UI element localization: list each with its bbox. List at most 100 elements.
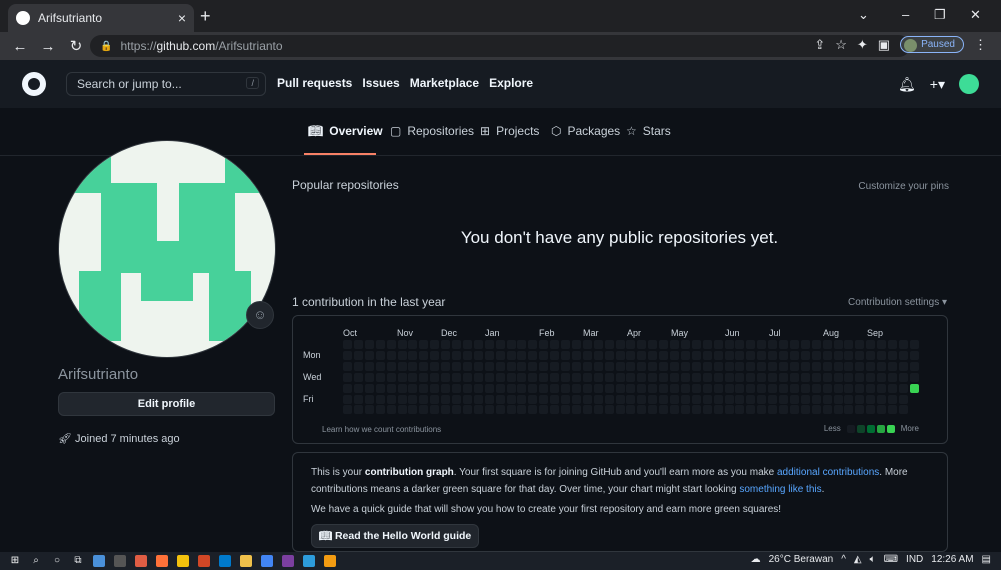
contribution-day-cell[interactable] — [680, 361, 690, 371]
contribution-day-cell[interactable] — [888, 350, 897, 360]
contribution-day-cell[interactable] — [833, 383, 843, 393]
contribution-day-cell[interactable] — [898, 405, 908, 415]
contribution-day-cell[interactable] — [713, 361, 723, 371]
contribution-day-cell[interactable] — [604, 394, 614, 404]
tab-repositories[interactable]: ▢ Repositories — [390, 124, 474, 138]
contribution-day-cell[interactable] — [691, 383, 701, 393]
contribution-day-cell[interactable] — [364, 340, 374, 349]
contribution-day-cell[interactable] — [615, 394, 625, 404]
contribution-day-cell[interactable] — [680, 372, 690, 382]
contribution-day-cell[interactable] — [495, 361, 505, 371]
weather-text[interactable]: 26°C Berawan — [769, 554, 834, 565]
contribution-day-cell[interactable] — [702, 340, 712, 349]
contribution-day-cell[interactable] — [898, 372, 908, 382]
more-menu-icon[interactable]: ⋮ — [974, 37, 987, 53]
contribution-day-cell[interactable] — [408, 372, 418, 382]
contribution-day-cell[interactable] — [670, 340, 679, 349]
hello-world-guide-button[interactable]: 📖︎ Read the Hello World guide — [311, 524, 479, 548]
contribution-day-cell[interactable] — [626, 372, 636, 382]
contribution-day-cell[interactable] — [408, 350, 418, 360]
contribution-day-cell[interactable] — [768, 372, 778, 382]
contribution-day-cell[interactable] — [452, 372, 461, 382]
contribution-day-cell[interactable] — [757, 372, 767, 382]
minimize-button[interactable]: – — [902, 7, 909, 22]
contribution-day-cell[interactable] — [343, 340, 352, 349]
contribution-day-cell[interactable] — [822, 383, 832, 393]
contribution-day-cell[interactable] — [604, 383, 614, 393]
new-tab-button[interactable]: + — [200, 6, 211, 27]
contribution-day-cell[interactable] — [898, 340, 908, 349]
contribution-day-cell[interactable] — [593, 361, 603, 371]
contribution-day-cell[interactable] — [593, 394, 603, 404]
contribution-day-cell[interactable] — [648, 372, 658, 382]
contribution-day-cell[interactable] — [561, 383, 570, 393]
contribution-day-cell[interactable] — [822, 372, 832, 382]
contribution-day-cell[interactable] — [691, 405, 701, 415]
contribution-day-cell[interactable] — [626, 383, 636, 393]
contribution-day-cell[interactable] — [746, 361, 756, 371]
firefox-icon[interactable] — [156, 555, 168, 567]
contribution-day-cell[interactable] — [735, 350, 745, 360]
contribution-day-cell[interactable] — [441, 361, 451, 371]
chevron-down-icon[interactable]: ⌄ — [858, 7, 869, 23]
contribution-day-cell[interactable] — [768, 361, 778, 371]
contribution-day-cell[interactable] — [724, 340, 734, 349]
contribution-day-cell[interactable] — [844, 394, 854, 404]
contribution-day-cell[interactable] — [713, 350, 723, 360]
contribution-day-cell[interactable] — [811, 361, 821, 371]
contribution-day-cell[interactable] — [746, 405, 756, 415]
contribution-day-cell[interactable] — [659, 383, 669, 393]
contribution-day-cell[interactable] — [397, 405, 407, 415]
contribution-day-cell[interactable] — [441, 383, 451, 393]
contribution-day-cell[interactable] — [833, 340, 843, 349]
contribution-day-cell[interactable] — [386, 361, 396, 371]
contribution-day-cell[interactable] — [517, 405, 527, 415]
contribution-day-cell[interactable] — [909, 372, 919, 382]
contribution-day-cell[interactable] — [789, 372, 799, 382]
contribution-day-cell[interactable] — [855, 394, 865, 404]
contribution-day-cell[interactable] — [550, 394, 560, 404]
contribution-day-cell[interactable] — [866, 405, 876, 415]
contribution-day-cell[interactable] — [702, 361, 712, 371]
contribution-day-cell[interactable] — [452, 383, 461, 393]
contribution-day-cell[interactable] — [375, 340, 385, 349]
contribution-day-cell[interactable] — [517, 350, 527, 360]
contribution-day-cell[interactable] — [691, 361, 701, 371]
contribution-day-cell[interactable] — [800, 361, 810, 371]
learn-contributions-link[interactable]: Learn how we count contributions — [322, 425, 441, 434]
contribution-day-cell[interactable] — [495, 372, 505, 382]
contribution-day-cell[interactable] — [670, 394, 679, 404]
contribution-day-cell[interactable] — [539, 372, 549, 382]
nav-marketplace[interactable]: Marketplace — [410, 76, 479, 90]
profile-paused-button[interactable]: Paused — [900, 36, 964, 53]
clock[interactable]: 12:26 AM — [931, 554, 973, 565]
contribution-day-cell[interactable] — [888, 372, 897, 382]
contribution-day-cell[interactable] — [506, 383, 516, 393]
contribution-day-cell[interactable] — [713, 340, 723, 349]
notification-icon[interactable]: ▤ — [982, 554, 991, 565]
contribution-day-cell[interactable] — [713, 383, 723, 393]
contribution-day-cell[interactable] — [419, 372, 429, 382]
sidepanel-icon[interactable]: ▣ — [878, 37, 890, 53]
contribution-day-cell[interactable] — [680, 405, 690, 415]
contribution-day-cell[interactable] — [550, 405, 560, 415]
cortana-icon[interactable]: ○ — [51, 555, 63, 567]
contribution-day-cell[interactable] — [528, 361, 538, 371]
browser-tab[interactable]: Arifsutrianto × — [8, 4, 194, 32]
contribution-day-cell[interactable] — [757, 383, 767, 393]
contribution-day-cell[interactable] — [561, 350, 570, 360]
contribution-day-cell[interactable] — [659, 340, 669, 349]
contribution-day-cell[interactable] — [408, 405, 418, 415]
contribution-day-cell[interactable] — [811, 394, 821, 404]
contribution-day-cell[interactable] — [637, 405, 647, 415]
edit-profile-button[interactable]: Edit profile — [58, 392, 275, 416]
contribution-day-cell[interactable] — [833, 394, 843, 404]
contribution-day-cell[interactable] — [898, 361, 908, 371]
search-icon[interactable]: ⌕ — [30, 555, 42, 567]
contribution-day-cell[interactable] — [800, 372, 810, 382]
contribution-day-cell[interactable] — [386, 350, 396, 360]
contribution-day-cell[interactable] — [582, 361, 592, 371]
contribution-day-cell[interactable] — [506, 361, 516, 371]
contribution-day-cell[interactable] — [582, 394, 592, 404]
contribution-day-cell[interactable] — [877, 383, 887, 393]
